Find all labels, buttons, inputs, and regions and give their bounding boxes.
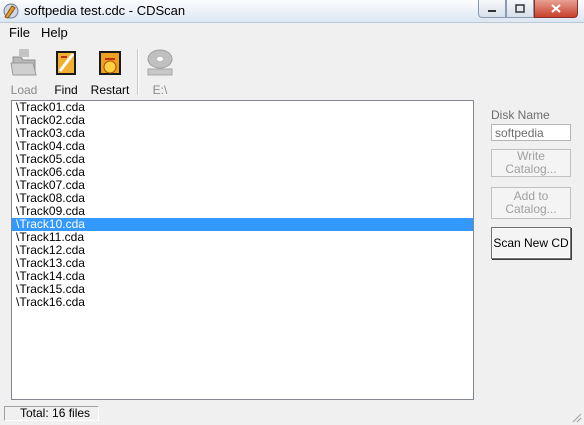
- file-list[interactable]: \Track01.cda \Track02.cda \Track03.cda \Tra…: [11, 100, 474, 400]
- close-icon: [551, 4, 561, 13]
- add-to-catalog-line2: Catalog...: [505, 202, 557, 216]
- disk-name-label: Disk Name: [491, 108, 550, 122]
- drive-button[interactable]: E:\: [136, 45, 184, 97]
- menu-help[interactable]: Help: [41, 25, 68, 40]
- restart-button[interactable]: Restart: [86, 45, 134, 97]
- window-title: softpedia test.cdc - CDScan: [24, 3, 186, 18]
- title-bar: softpedia test.cdc - CDScan: [0, 0, 584, 23]
- close-button[interactable]: [534, 0, 578, 18]
- load-button[interactable]: Load: [0, 45, 48, 97]
- find-button[interactable]: Find: [42, 45, 90, 97]
- menu-file[interactable]: File: [9, 25, 30, 40]
- resize-grip-icon[interactable]: [570, 411, 582, 423]
- find-icon: [56, 51, 76, 75]
- minimize-button[interactable]: [478, 0, 506, 18]
- write-catalog-button[interactable]: Write Catalog...: [491, 149, 571, 177]
- add-to-catalog-button[interactable]: Add to Catalog...: [491, 187, 571, 219]
- menu-bar: File Help: [0, 23, 584, 42]
- restart-icon: [99, 51, 121, 75]
- find-label: Find: [54, 83, 78, 97]
- toolbar: Load Find Restart E:\: [0, 43, 584, 98]
- restart-label: Restart: [90, 83, 130, 97]
- maximize-icon: [515, 4, 525, 13]
- scan-new-cd-button[interactable]: Scan New CD: [491, 227, 571, 259]
- disc-icon: [147, 49, 173, 76]
- scan-new-cd-label: Scan New CD: [493, 235, 569, 250]
- minimize-icon: [488, 9, 496, 12]
- load-label: Load: [10, 83, 38, 97]
- maximize-button[interactable]: [506, 0, 534, 18]
- app-icon: [3, 3, 19, 19]
- disk-name-field[interactable]: [491, 124, 571, 141]
- status-bar: Total: 16 files: [0, 404, 584, 425]
- write-catalog-label: Write Catalog...: [505, 149, 557, 176]
- folder-icon: [10, 49, 37, 76]
- status-total: Total: 16 files: [4, 406, 99, 421]
- drive-label: E:\: [152, 83, 168, 97]
- list-item[interactable]: \Track16.cda: [12, 296, 473, 309]
